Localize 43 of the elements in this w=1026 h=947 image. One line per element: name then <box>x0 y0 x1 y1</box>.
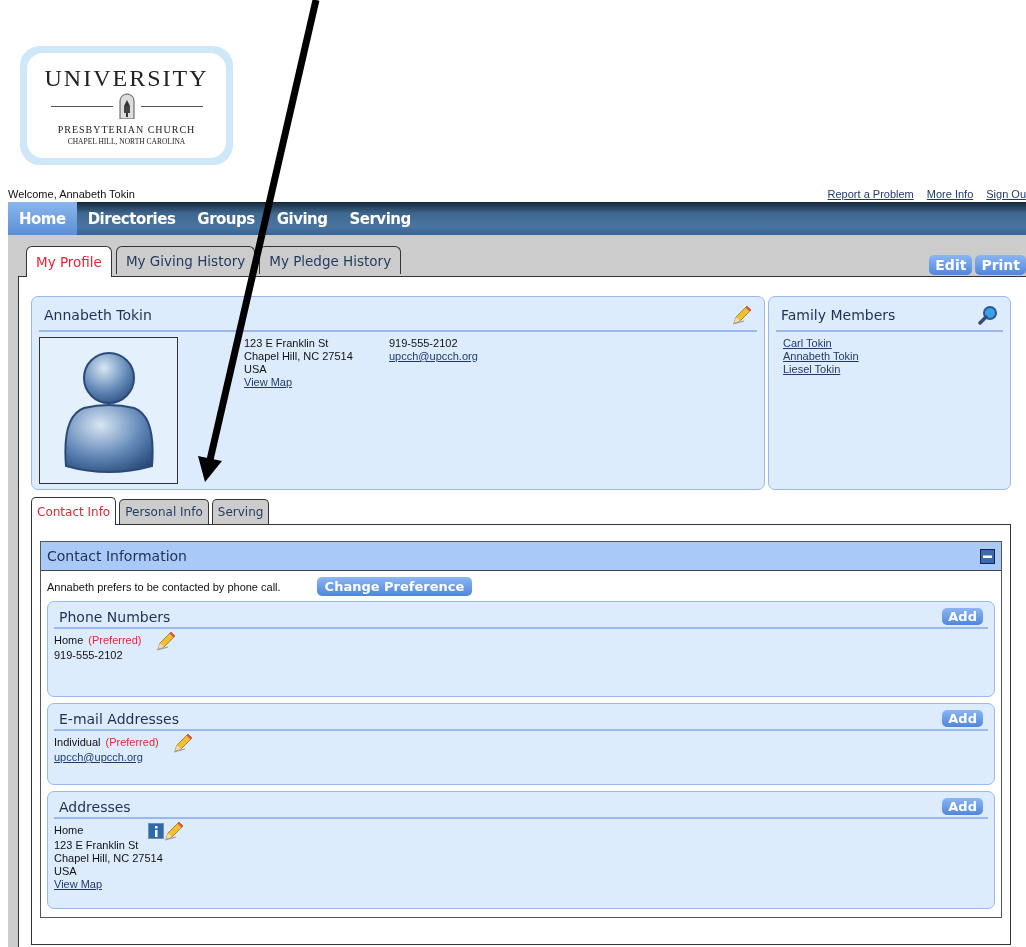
section-title: Phone Numbers <box>59 608 171 625</box>
tab[interactable]: My Profile <box>26 246 112 277</box>
nav-item[interactable]: Directories <box>76 202 187 235</box>
tab[interactable]: My Giving History <box>115 246 256 274</box>
address-line: Chapel Hill, NC 27514 <box>54 852 164 865</box>
address-line: USA <box>244 363 268 376</box>
entry-label: Home <box>54 634 84 647</box>
entry-label: Home <box>54 824 84 837</box>
map-link[interactable]: View Map <box>54 878 988 891</box>
member-link[interactable]: Liesel Tokin <box>783 363 996 376</box>
tab[interactable]: My Pledge History <box>259 246 402 274</box>
nav-item[interactable]: Groups <box>186 202 266 235</box>
email-link[interactable]: upcch@upcch.org <box>54 751 988 764</box>
address-line: USA <box>54 865 78 878</box>
section-title: E-mail Addresses <box>59 710 179 727</box>
panel-title: Contact Information <box>47 548 187 564</box>
card-title: Family Members <box>781 307 896 323</box>
member-link[interactable]: Annabeth Tokin <box>783 350 996 363</box>
member-link[interactable]: Carl Tokin <box>783 337 996 350</box>
nav-item[interactable]: Serving <box>338 202 422 235</box>
header-link[interactable]: More Info <box>926 188 974 200</box>
phone-number: 919-555-2102 <box>389 337 459 350</box>
phone-number: 919-555-2102 <box>54 649 124 662</box>
address-line: 123 E Franklin St <box>54 839 140 852</box>
tab[interactable]: Personal Info <box>119 499 209 524</box>
entry-label: Individual <box>54 736 101 749</box>
logo-title: UNIVERSITY <box>44 65 209 91</box>
welcome-text: Welcome, Annabeth Tokin <box>8 188 135 200</box>
profile-name: Annabeth Tokin <box>44 307 152 323</box>
preference-text: Annabeth prefers to be contacted by phone call. <box>47 580 281 593</box>
logo-subtitle: PRESBYTERIAN CHURCH <box>57 124 196 135</box>
address-line: Chapel Hill, NC 27514 <box>244 350 354 363</box>
map-link[interactable]: View Map <box>244 376 389 389</box>
email-link[interactable]: upcch@upcch.org <box>389 350 478 363</box>
address-line: 123 E Franklin St <box>244 337 330 350</box>
preferred-label: (Preferred) <box>105 736 159 749</box>
nav-item[interactable]: Giving <box>265 202 339 235</box>
section-title: Addresses <box>59 798 131 815</box>
tab[interactable]: Serving <box>211 499 270 524</box>
header-link[interactable]: Report a Problem <box>827 188 914 200</box>
preferred-label: (Preferred) <box>88 634 142 647</box>
tab[interactable]: Contact Info <box>31 497 117 525</box>
header-link[interactable]: Sign Ou <box>986 188 1026 200</box>
